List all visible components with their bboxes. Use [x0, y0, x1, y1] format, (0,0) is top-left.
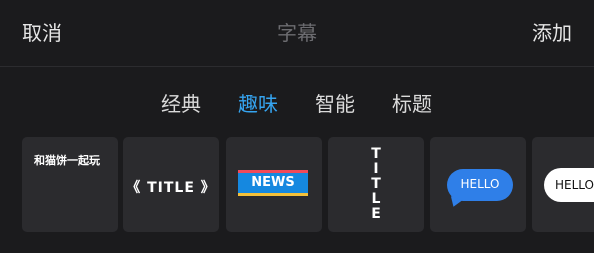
style-tabs: 经典 趣味 智能 标题 [0, 88, 594, 118]
template-preview-text: TITLE [371, 146, 381, 222]
template-preview-text: 和猫饼一起玩 [34, 154, 100, 167]
template-card-vertical-title[interactable]: TITLE [328, 137, 424, 232]
tab-smart[interactable]: 智能 [315, 88, 355, 117]
tab-fun[interactable]: 趣味 [238, 88, 278, 117]
template-list: 和猫饼一起玩 《 TITLE 》 NEWS TITLE HELLO HELLO [0, 137, 594, 232]
template-card-cat-text[interactable]: 和猫饼一起玩 [22, 137, 118, 232]
template-preview-text: NEWS [251, 175, 295, 190]
template-card-white-bubble[interactable]: HELLO [532, 137, 594, 232]
add-button[interactable]: 添加 [532, 17, 572, 46]
header-divider [0, 66, 594, 67]
top-bar: 取消 字幕 添加 [0, 0, 594, 66]
template-preview-text: HELLO [460, 177, 500, 191]
subtitle-panel: 取消 字幕 添加 经典 趣味 智能 标题 和猫饼一起玩 《 TITLE 》 NE… [0, 0, 594, 253]
tab-title[interactable]: 标题 [392, 88, 432, 117]
template-card-bracket-title[interactable]: 《 TITLE 》 [123, 137, 219, 232]
template-preview-text: 《 TITLE 》 [126, 180, 216, 196]
page-title: 字幕 [277, 21, 317, 45]
template-card-blue-bubble[interactable]: HELLO [430, 137, 526, 232]
template-card-news[interactable]: NEWS [226, 137, 322, 232]
template-preview-text: HELLO [555, 178, 594, 192]
tab-classic[interactable]: 经典 [161, 88, 201, 117]
